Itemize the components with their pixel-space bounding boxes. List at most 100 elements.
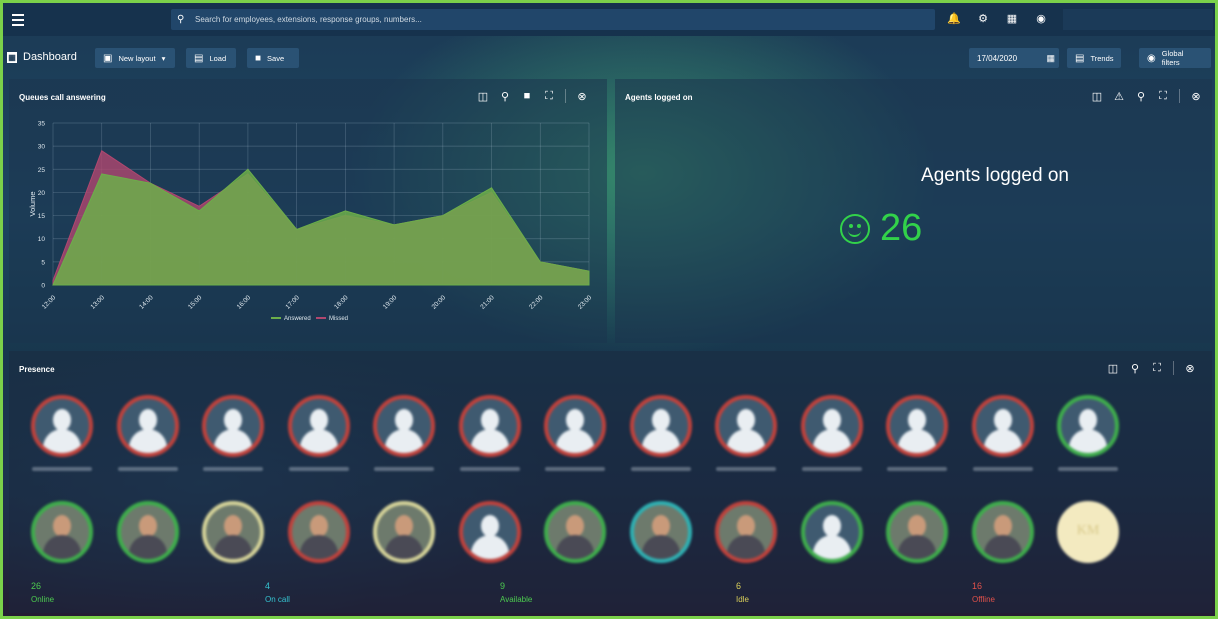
presence-avatar[interactable]: [287, 395, 350, 457]
agents-value: 26: [880, 207, 923, 249]
search-input[interactable]: [191, 15, 935, 24]
calendar-icon: ▦: [1046, 52, 1055, 63]
presence-panel: Presence ◫ ⚲ ⛶ ⊗: [9, 351, 1212, 613]
warning-icon[interactable]: ⚠: [1113, 90, 1125, 103]
presence-avatar[interactable]: [116, 395, 179, 457]
avatar-name-blurred: [630, 467, 691, 471]
presence-avatar[interactable]: [800, 501, 863, 563]
bell-icon[interactable]: 🔔: [947, 12, 961, 26]
app-frame: ⚲ 🔔 ⚙ ▦ ◉ ▦ Dashboard ▣ New layout ▾ ▤ L…: [3, 3, 1215, 616]
presence-avatar[interactable]: [629, 395, 692, 457]
presence-avatar[interactable]: [971, 395, 1034, 457]
stat-value: 9: [500, 581, 506, 591]
presence-avatar[interactable]: [886, 501, 948, 563]
x-tick-label: 12:00: [41, 294, 58, 311]
panel-toolbar: ◫ ⚲ ⛶ ⊗: [1107, 361, 1196, 375]
presence-avatar[interactable]: [629, 501, 692, 563]
avatar-name-blurred: [801, 467, 862, 471]
avatar-body: [812, 535, 851, 559]
chart-type-icon[interactable]: ◫: [1107, 362, 1119, 375]
zoom-icon[interactable]: ⚲: [1135, 90, 1147, 103]
stat-label: Online: [31, 595, 55, 604]
presence-stat: 16 Offline: [972, 581, 995, 604]
presence-avatar[interactable]: [715, 501, 777, 563]
presence-avatar[interactable]: [31, 395, 93, 457]
chart-type-icon[interactable]: ◫: [1091, 90, 1103, 103]
avatar-body: [299, 535, 338, 559]
presence-avatar[interactable]: [715, 395, 777, 457]
save-button[interactable]: ■ Save: [247, 48, 299, 68]
x-tick-label: 17:00: [284, 294, 301, 311]
presence-avatar[interactable]: [31, 501, 93, 563]
panel-toolbar: ◫ ⚠ ⚲ ⛶ ⊗: [1091, 89, 1202, 103]
presence-avatar[interactable]: KM: [1057, 501, 1119, 563]
fullscreen-icon[interactable]: ⛶: [1151, 362, 1163, 375]
close-icon[interactable]: ⊗: [1184, 362, 1196, 375]
presence-avatar[interactable]: [544, 395, 606, 457]
y-axis-label: Volume: [28, 191, 37, 216]
avatar-body: [470, 535, 509, 559]
avatar-body: [556, 429, 594, 453]
presence-avatar[interactable]: [544, 501, 606, 563]
avatar-head: [908, 515, 926, 537]
avatar-body: [470, 429, 509, 453]
trends-button[interactable]: ▤ Trends: [1067, 48, 1121, 68]
load-button[interactable]: ▤ Load: [186, 48, 236, 68]
presence-avatar[interactable]: [1057, 395, 1119, 457]
presence-avatar[interactable]: [800, 395, 863, 457]
smile-icon: [840, 213, 870, 244]
trends-label: Trends: [1090, 53, 1114, 63]
y-tick-label: 25: [38, 167, 46, 174]
avatar-body: [128, 429, 167, 453]
global-filters-button[interactable]: ◉ Global filters: [1139, 48, 1211, 68]
palette-icon[interactable]: ◉: [1034, 12, 1048, 26]
avatar-name-blurred: [203, 467, 263, 471]
avatar-head: [309, 409, 328, 431]
gear-icon[interactable]: ⚙: [976, 12, 990, 26]
load-label: Load: [209, 53, 227, 63]
avatar-head: [908, 409, 926, 431]
presence-avatar[interactable]: [116, 501, 179, 563]
avatar-head: [1079, 409, 1097, 431]
close-icon[interactable]: ⊗: [1190, 90, 1202, 103]
y-tick-label: 15: [38, 213, 46, 220]
presence-avatar[interactable]: [373, 395, 435, 457]
presence-avatar[interactable]: [287, 501, 350, 563]
avatar-head: [53, 409, 71, 431]
new-layout-dropdown[interactable]: ▣ New layout ▾: [95, 48, 175, 68]
presence-avatar[interactable]: [373, 501, 435, 563]
date-picker[interactable]: 17/04/2020 ▦: [969, 48, 1059, 68]
stat-value: 16: [972, 581, 983, 591]
avatar-body: [641, 535, 680, 559]
presence-avatar[interactable]: [202, 395, 264, 457]
presence-avatar[interactable]: [458, 501, 521, 563]
avatar-body: [898, 429, 936, 453]
dashboard-icon: ▦: [7, 51, 17, 63]
apps-icon[interactable]: ▦: [1005, 12, 1019, 26]
x-tick-label: 18:00: [333, 294, 350, 311]
top-bar: ⚲ 🔔 ⚙ ▦ ◉: [3, 3, 1215, 36]
zoom-icon[interactable]: ⚲: [1129, 362, 1141, 375]
search-bar[interactable]: ⚲: [171, 9, 935, 30]
presence-avatar[interactable]: [458, 395, 521, 457]
presence-avatar[interactable]: [202, 501, 264, 563]
x-tick-label: 23:00: [577, 294, 594, 311]
x-tick-label: 22:00: [528, 294, 545, 311]
dashboard-toolbar: ▦ Dashboard ▣ New layout ▾ ▤ Load ■ Save…: [3, 43, 1215, 73]
avatar-body: [385, 429, 423, 453]
stat-label: Idle: [736, 595, 749, 604]
x-tick-label: 14:00: [138, 294, 155, 311]
x-tick-label: 21:00: [479, 294, 496, 311]
avatar-body: [727, 429, 765, 453]
avatar-body: [641, 429, 680, 453]
presence-stat: 9 Available: [500, 581, 532, 604]
presence-avatar[interactable]: [886, 395, 948, 457]
avatar-head: [480, 515, 499, 537]
panel-title: Presence: [19, 365, 55, 374]
date-value: 17/04/2020: [977, 53, 1018, 63]
legend-swatch: [271, 317, 281, 319]
menu-icon[interactable]: [3, 3, 33, 36]
presence-avatar[interactable]: [971, 501, 1034, 563]
fullscreen-icon[interactable]: ⛶: [1157, 90, 1169, 103]
avatar-body: [812, 429, 851, 453]
